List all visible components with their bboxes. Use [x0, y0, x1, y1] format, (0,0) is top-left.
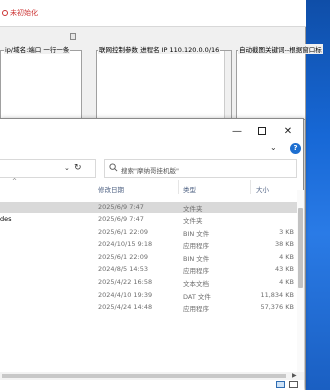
screenshot-keywords-textarea[interactable]: [236, 50, 306, 120]
maximize-icon: [258, 127, 266, 135]
network-params-textarea[interactable]: [96, 50, 232, 120]
search-box[interactable]: 搜索"摩纳哥挂机版": [104, 159, 297, 178]
file-row[interactable]: 2025/6/1 22:09 BIN 文件 3 KB: [0, 227, 298, 238]
scroll-thumb[interactable]: [2, 374, 286, 378]
column-header-size[interactable]: 大小: [256, 184, 269, 197]
file-row[interactable]: 2024/4/10 19:39 DAT 文件 11,834 KB: [0, 290, 298, 301]
column-divider[interactable]: [178, 180, 179, 194]
ip-domain-textarea[interactable]: [0, 50, 82, 120]
file-row[interactable]: 2025/6/1 22:09 BIN 文件 4 KB: [0, 252, 298, 263]
details-view-icon[interactable]: [276, 381, 285, 388]
file-row[interactable]: 2024/10/15 9:18 应用程序 38 KB: [0, 239, 298, 250]
sort-arrow-icon: ^: [12, 178, 18, 185]
column-header-type[interactable]: 类型: [183, 184, 196, 197]
file-row[interactable]: 2025/4/22 16:58 文本文档 4 KB: [0, 277, 298, 288]
refresh-icon[interactable]: ↻: [74, 163, 82, 173]
file-list-vertical-scrollbar[interactable]: [297, 190, 304, 375]
init-status: 未初始化: [2, 8, 38, 18]
scroll-right-arrow-icon[interactable]: ▶: [292, 372, 297, 379]
network-params-label: 联网控制参数 进程名 IP 110.120.0.0/16: [98, 44, 221, 54]
expand-ribbon-icon[interactable]: ⌄: [270, 143, 277, 152]
network-params-scrollbar[interactable]: [224, 51, 231, 119]
status-bar: [0, 380, 304, 390]
screenshot-keywords-label: 自动截图关键词--根据窗口标: [238, 44, 323, 54]
close-button[interactable]: ✕: [277, 123, 299, 141]
ip-domain-label: ip/域名:端口 一行一条: [4, 44, 71, 54]
pane1-small-button[interactable]: [70, 33, 76, 40]
column-divider[interactable]: [250, 180, 251, 194]
file-list-horizontal-scrollbar[interactable]: ▶: [0, 372, 304, 380]
maximize-button[interactable]: [251, 123, 273, 141]
help-icon[interactable]: ?: [290, 143, 301, 154]
file-row[interactable]: des 2025/6/9 7:47 文件夹: [0, 214, 298, 225]
scroll-thumb[interactable]: [298, 208, 303, 288]
file-row[interactable]: 2025/4/24 14:48 应用程序 57,376 KB: [0, 302, 298, 313]
address-dropdown-icon[interactable]: ⌄: [64, 164, 70, 172]
status-dot-icon: [2, 10, 8, 16]
address-bar[interactable]: ⌄ ↻: [0, 159, 96, 178]
background-app-titlebar: 未初始化: [0, 0, 306, 26]
title-divider: [0, 26, 306, 27]
large-icons-view-icon[interactable]: [289, 381, 298, 388]
search-placeholder: 搜索"摩纳哥挂机版": [121, 167, 179, 175]
file-row[interactable]: 2025/6/9 7:47 文件夹: [0, 202, 298, 213]
file-row[interactable]: 2024/8/5 14:53 应用程序 43 KB: [0, 264, 298, 275]
desktop-background: [306, 0, 330, 390]
column-header-date[interactable]: 修改日期: [98, 184, 124, 197]
minimize-button[interactable]: —: [226, 123, 248, 141]
search-icon: [109, 163, 118, 172]
